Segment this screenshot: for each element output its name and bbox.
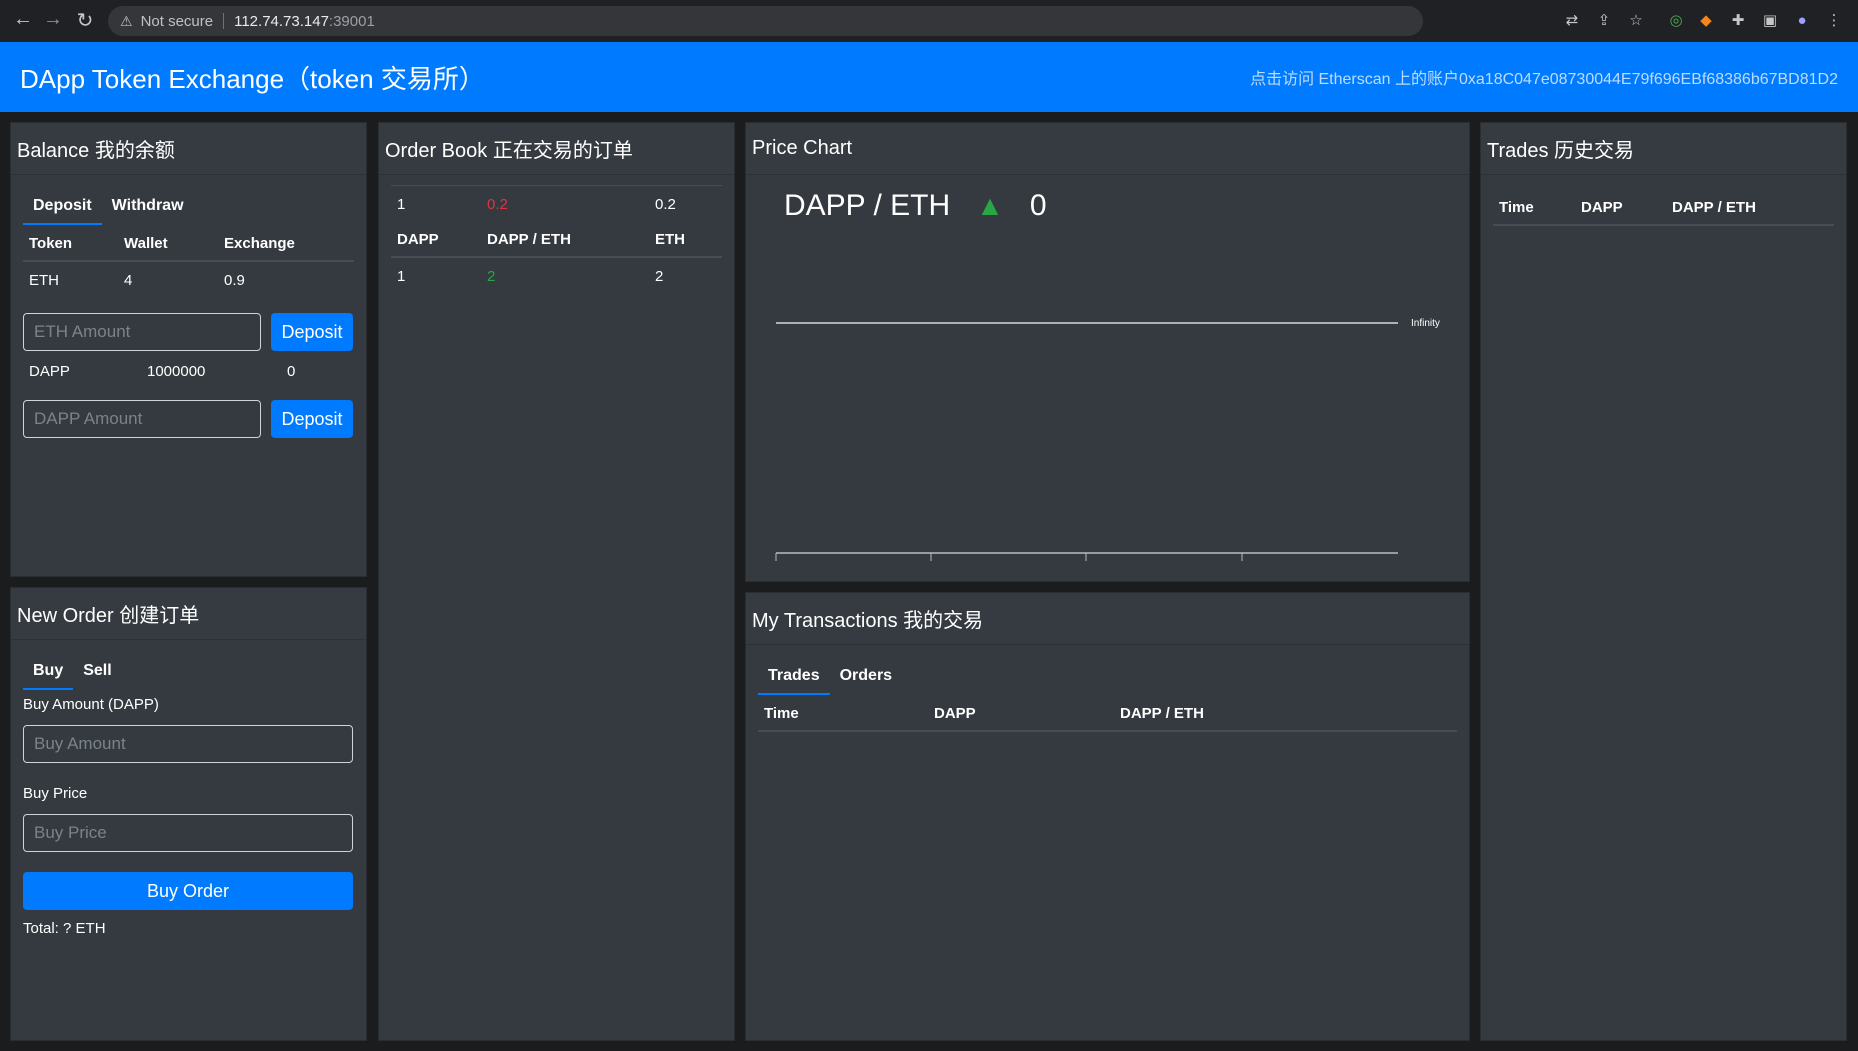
url-port: :39001 <box>328 12 375 30</box>
translate-icon[interactable]: ⇄ <box>1562 11 1582 31</box>
column-header-price: DAPP / ETH <box>1666 191 1834 226</box>
tab-deposit[interactable]: Deposit <box>23 191 102 225</box>
eth-amount-input[interactable] <box>23 313 261 351</box>
tab-withdraw[interactable]: Withdraw <box>102 191 194 225</box>
column-header-dapp: DAPP <box>1575 191 1666 226</box>
balance-dapp-table: DAPP 1000000 0 <box>23 361 354 390</box>
etherscan-account-link[interactable]: 点击访问 Etherscan 上的账户0xa18C047e08730044E79… <box>1250 65 1838 89</box>
column-header-time: Time <box>758 697 928 732</box>
sell-order-row[interactable]: 1 0.2 0.2 <box>391 185 722 223</box>
back-arrow-icon[interactable]: ← <box>8 8 38 31</box>
security-label: Not secure <box>140 12 214 30</box>
buy-price-cell: 2 <box>487 268 496 285</box>
balance-title: Balance 我的余额 <box>11 123 366 175</box>
price-chart-card: Price Chart DAPP / ETH ▲ 0 Infinity <box>745 122 1470 582</box>
extensions-puzzle-icon[interactable]: ✚ <box>1728 11 1748 31</box>
tab-orders[interactable]: Orders <box>830 661 902 695</box>
app-title: DApp Token Exchange（token 交易所） <box>20 63 485 94</box>
profile-avatar-icon[interactable]: ● <box>1792 11 1812 31</box>
dapp-wallet-cell: 1000000 <box>147 363 206 380</box>
address-bar[interactable]: ⚠ Not secure 112.74.73.147:39001 <box>108 6 1423 36</box>
bookmark-star-icon[interactable]: ☆ <box>1626 11 1646 31</box>
buy-amount-input[interactable] <box>23 725 353 763</box>
metamask-fox-icon[interactable]: ◆ <box>1696 11 1716 31</box>
price-chart-plot: Infinity <box>775 318 1440 561</box>
forward-arrow-icon[interactable]: → <box>38 8 68 31</box>
my-transactions-card: My Transactions 我的交易 Trades Orders Time … <box>745 592 1470 1041</box>
buy-dapp-cell: 1 <box>397 268 406 285</box>
y-axis-label: Infinity <box>1411 318 1440 329</box>
column-header-dapp: DAPP <box>391 223 481 258</box>
deposit-eth-button[interactable]: Deposit <box>271 313 353 351</box>
trades-title: Trades 历史交易 <box>1481 123 1846 175</box>
buy-price-input[interactable] <box>23 814 353 852</box>
column-header-exchange: Exchange <box>218 227 354 262</box>
column-header-price: DAPP / ETH <box>481 223 649 258</box>
sell-eth-cell: 0.2 <box>649 185 722 223</box>
column-header-wallet: Wallet <box>118 227 218 262</box>
eth-wallet-cell: 4 <box>124 272 133 289</box>
app-navbar: DApp Token Exchange（token 交易所） 点击访问 Ethe… <box>0 42 1858 112</box>
dapp-amount-input[interactable] <box>23 400 261 438</box>
warning-icon: ⚠ <box>120 12 133 29</box>
order-book-table: 1 0.2 0.2 DAPP DAPP / ETH ETH 1 2 2 <box>391 185 722 295</box>
buy-eth-cell: 2 <box>655 268 664 285</box>
buy-price-label: Buy Price <box>23 785 88 802</box>
order-tabs: Buy Sell <box>23 656 354 690</box>
dapp-exchange-cell: 0 <box>287 363 296 380</box>
new-order-title: New Order 创建订单 <box>11 588 366 640</box>
tab-buy[interactable]: Buy <box>23 656 74 690</box>
order-book-card: Order Book 正在交易的订单 1 0.2 0.2 DAPP DAPP /… <box>378 122 735 1041</box>
menu-kebab-icon[interactable]: ⋮ <box>1824 11 1844 31</box>
trades-table: Time DAPP DAPP / ETH <box>1493 191 1834 226</box>
balance-eth-table: Token Wallet Exchange ETH 4 0.9 <box>23 227 354 299</box>
new-order-card: New Order 创建订单 Buy Sell Buy Amount (DAPP… <box>10 587 367 1041</box>
share-icon[interactable]: ⇪ <box>1594 11 1614 31</box>
side-panel-icon[interactable]: ▣ <box>1760 11 1780 31</box>
deposit-dapp-button[interactable]: Deposit <box>271 400 353 438</box>
column-header-dapp: DAPP <box>928 697 1114 732</box>
my-transactions-title: My Transactions 我的交易 <box>746 593 1469 645</box>
url-host: 112.74.73.147 <box>234 12 329 30</box>
browser-toolbar: ← → ↻ ⚠ Not secure 112.74.73.147:39001 ⇄… <box>0 0 1858 42</box>
buy-amount-label: Buy Amount (DAPP) <box>23 696 159 713</box>
eth-token-cell: ETH <box>29 272 59 289</box>
sell-dapp-cell: 1 <box>391 185 481 223</box>
balance-card: Balance 我的余额 Deposit Withdraw Token Wall… <box>10 122 367 577</box>
reload-icon[interactable]: ↻ <box>70 8 100 33</box>
order-total: Total: ? ETH <box>23 920 106 937</box>
transactions-tabs: Trades Orders <box>758 661 1457 695</box>
sell-price-cell: 0.2 <box>481 185 649 223</box>
buy-order-row[interactable]: 1 2 2 <box>391 257 722 295</box>
column-header-eth: ETH <box>649 223 722 258</box>
my-transactions-table: Time DAPP DAPP / ETH <box>758 697 1457 732</box>
tab-sell[interactable]: Sell <box>73 656 121 690</box>
dapp-token-cell: DAPP <box>29 363 70 380</box>
eth-exchange-cell: 0.9 <box>224 272 245 289</box>
address-divider <box>223 13 225 29</box>
column-header-token: Token <box>23 227 118 262</box>
trades-card: Trades 历史交易 Time DAPP DAPP / ETH <box>1480 122 1847 1041</box>
tab-trades[interactable]: Trades <box>758 661 830 695</box>
order-book-title: Order Book 正在交易的订单 <box>379 123 734 175</box>
balance-tabs: Deposit Withdraw <box>23 191 354 225</box>
price-chart-title: Price Chart <box>746 123 1469 175</box>
column-header-time: Time <box>1493 191 1575 226</box>
buy-order-button[interactable]: Buy Order <box>23 872 353 910</box>
extension-circle-icon[interactable]: ◎ <box>1666 11 1686 31</box>
column-header-price: DAPP / ETH <box>1114 697 1457 732</box>
